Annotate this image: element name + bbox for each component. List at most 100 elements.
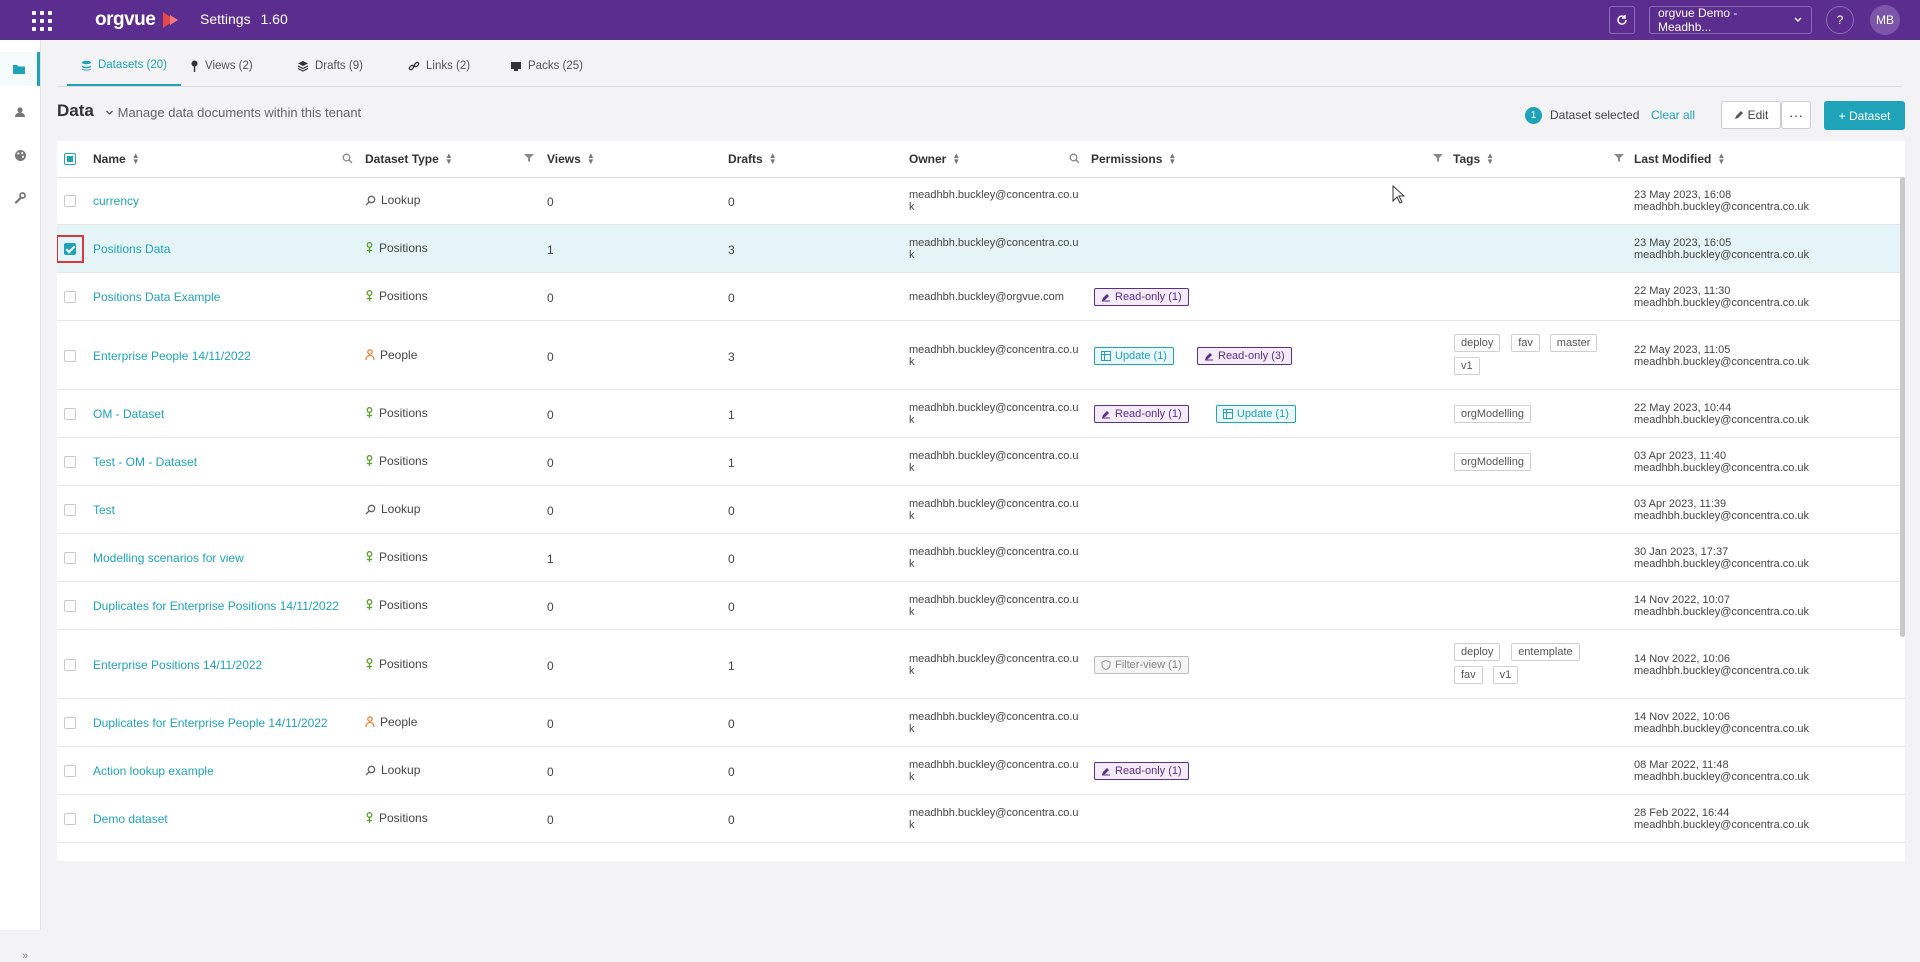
expand-sidebar-icon[interactable]: »: [22, 950, 28, 962]
permission-badge[interactable]: Read-only (1): [1094, 288, 1189, 306]
sort-icon[interactable]: ▲ ▼: [952, 152, 960, 166]
dataset-name-link[interactable]: Test - OM - Dataset: [93, 455, 197, 469]
permission-badge[interactable]: Read-only (3): [1197, 346, 1292, 365]
dataset-name-link[interactable]: currency: [93, 194, 139, 208]
permission-badge[interactable]: Read-only (1): [1094, 762, 1189, 780]
row-checkbox[interactable]: [64, 195, 76, 207]
column-header-owner[interactable]: Owner ▲ ▼: [909, 141, 960, 177]
sidebar-item-tools[interactable]: [0, 181, 40, 215]
row-checkbox[interactable]: [64, 291, 76, 303]
column-header-tags[interactable]: Tags ▲ ▼: [1453, 141, 1494, 177]
dataset-name-link[interactable]: Positions Data: [93, 242, 170, 256]
tag-chip[interactable]: deploy: [1454, 642, 1501, 661]
tag-chip[interactable]: deploy: [1454, 333, 1501, 352]
tag-chip[interactable]: v1: [1454, 356, 1480, 375]
sort-icon[interactable]: ▲ ▼: [1168, 152, 1176, 166]
modified-by: meadhbh.buckley@concentra.co.uk: [1634, 297, 1810, 309]
table-row[interactable]: Duplicates for Enterprise People 14/11/2…: [57, 699, 1905, 747]
row-checkbox[interactable]: [64, 813, 76, 825]
sort-icon[interactable]: ▲ ▼: [1486, 152, 1494, 166]
sort-icon[interactable]: ▲ ▼: [1717, 152, 1725, 166]
tab-drafts[interactable]: Drafts (9): [297, 46, 363, 86]
tag-chip[interactable]: fav: [1454, 665, 1483, 684]
search-icon[interactable]: [342, 153, 353, 164]
table-scrollbar[interactable]: [1900, 177, 1905, 637]
sort-icon[interactable]: ▲ ▼: [132, 152, 140, 166]
filter-icon[interactable]: [1433, 153, 1443, 163]
table-row[interactable]: currency Lookup 0 0 meadhbh.buckley@concentr…: [57, 177, 1905, 225]
clear-all-link[interactable]: Clear all: [1651, 108, 1695, 122]
tag-chip[interactable]: orgModelling: [1454, 453, 1531, 471]
row-checkbox[interactable]: [64, 504, 76, 516]
row-checkbox[interactable]: [64, 552, 76, 564]
column-header-dataset-type[interactable]: Dataset Type ▲ ▼: [365, 141, 453, 177]
table-row[interactable]: Enterprise Positions 14/11/2022 Positions…: [57, 630, 1905, 699]
table-row[interactable]: Test - OM - Dataset Positions 0 1 meadhbh.bu…: [57, 438, 1905, 486]
tag-chip[interactable]: v1: [1492, 665, 1519, 684]
dataset-name-link[interactable]: OM - Dataset: [93, 407, 164, 421]
dataset-name-link[interactable]: Enterprise Positions 14/11/2022: [93, 658, 262, 672]
tab-datasets[interactable]: Datasets (20): [67, 46, 181, 86]
dataset-name-link[interactable]: Demo dataset: [93, 812, 168, 826]
tag-chip[interactable]: master: [1549, 333, 1598, 352]
tag-chip[interactable]: orgModelling: [1454, 405, 1531, 423]
table-row[interactable]: Duplicates for Enterprise Positions 14/1…: [57, 582, 1905, 630]
row-checkbox[interactable]: [64, 765, 76, 777]
row-checkbox[interactable]: [64, 408, 76, 420]
table-row[interactable]: Demo dataset Positions 0 0 meadhbh.buckley@c…: [57, 795, 1905, 843]
column-header-last-modified[interactable]: Last Modified ▲ ▼: [1634, 141, 1725, 177]
sidebar-item-data[interactable]: [0, 52, 40, 86]
row-checkbox[interactable]: [64, 600, 76, 612]
help-button[interactable]: ?: [1826, 6, 1854, 34]
sort-icon[interactable]: ▲ ▼: [445, 152, 453, 166]
dataset-name-link[interactable]: Action lookup example: [93, 764, 214, 778]
permission-badge[interactable]: Update (1): [1215, 405, 1296, 423]
permission-badge[interactable]: Read-only (1): [1094, 405, 1189, 423]
tag-chip[interactable]: fav: [1511, 333, 1540, 352]
search-icon[interactable]: [1069, 153, 1080, 164]
sidebar-item-themes[interactable]: [0, 138, 40, 172]
dataset-name-link[interactable]: Duplicates for Enterprise Positions 14/1…: [93, 599, 339, 613]
add-dataset-button[interactable]: + Dataset: [1824, 101, 1905, 130]
app-grid-icon[interactable]: [32, 11, 52, 31]
more-options-button[interactable]: ···: [1781, 101, 1811, 129]
table-row[interactable]: Modelling scenarios for view Positions 1 0 m…: [57, 534, 1905, 582]
column-header-views[interactable]: Views ▲ ▼: [547, 141, 595, 177]
permission-badge[interactable]: Filter-view (1): [1094, 655, 1189, 674]
avatar[interactable]: MB: [1870, 5, 1900, 35]
column-header-permissions[interactable]: Permissions ▲ ▼: [1091, 141, 1176, 177]
table-row[interactable]: OM - Dataset Positions 0 1 meadhbh.buckley@c…: [57, 390, 1905, 438]
tab-views[interactable]: Views (2): [190, 46, 253, 86]
permission-badge[interactable]: Update (1): [1094, 346, 1174, 365]
column-header-drafts[interactable]: Drafts ▲ ▼: [728, 141, 777, 177]
dataset-name-link[interactable]: Test: [93, 503, 115, 517]
orgvue-logo[interactable]: orgvue: [95, 9, 156, 31]
sort-icon[interactable]: ▲ ▼: [769, 152, 777, 166]
table-row[interactable]: Positions Data Example Positions 0 0 meadhbh…: [57, 273, 1905, 321]
filter-icon[interactable]: [524, 153, 534, 163]
table-row[interactable]: Positions Data Positions 1 3 meadhbh.buckley…: [57, 225, 1905, 273]
tab-packs[interactable]: Packs (25): [510, 46, 583, 86]
row-checkbox[interactable]: [64, 717, 76, 729]
select-all-checkbox[interactable]: [64, 153, 76, 165]
sort-icon[interactable]: ▲ ▼: [587, 152, 595, 166]
sidebar-item-users[interactable]: [0, 95, 40, 129]
edit-button[interactable]: Edit: [1721, 101, 1781, 129]
table-row[interactable]: Test Lookup 0 0 meadhbh.buckley@concentra.co…: [57, 486, 1905, 534]
tag-chip[interactable]: entemplate: [1511, 642, 1580, 661]
dataset-name-link[interactable]: Positions Data Example: [93, 290, 220, 304]
filter-icon[interactable]: [1614, 153, 1624, 163]
row-checkbox[interactable]: [64, 456, 76, 468]
refresh-button[interactable]: [1609, 6, 1635, 34]
row-checkbox[interactable]: [64, 658, 76, 671]
dataset-name-link[interactable]: Duplicates for Enterprise People 14/11/2…: [93, 716, 328, 730]
dataset-name-link[interactable]: Enterprise People 14/11/2022: [93, 349, 251, 363]
dataset-name-link[interactable]: Modelling scenarios for view: [93, 551, 244, 565]
column-header-name[interactable]: Name ▲ ▼: [93, 141, 140, 177]
tab-links[interactable]: Links (2): [408, 46, 470, 86]
table-row[interactable]: Action lookup example Lookup 0 0 meadhbh.buc…: [57, 747, 1905, 795]
page-subtitle-dropdown[interactable]: Manage data documents within this tenant: [105, 105, 361, 120]
tenant-dropdown[interactable]: orgvue Demo - Meadhb...: [1649, 6, 1812, 34]
row-checkbox[interactable]: [64, 349, 76, 362]
table-row[interactable]: Enterprise People 14/11/2022 People 0 3 mead…: [57, 321, 1905, 390]
